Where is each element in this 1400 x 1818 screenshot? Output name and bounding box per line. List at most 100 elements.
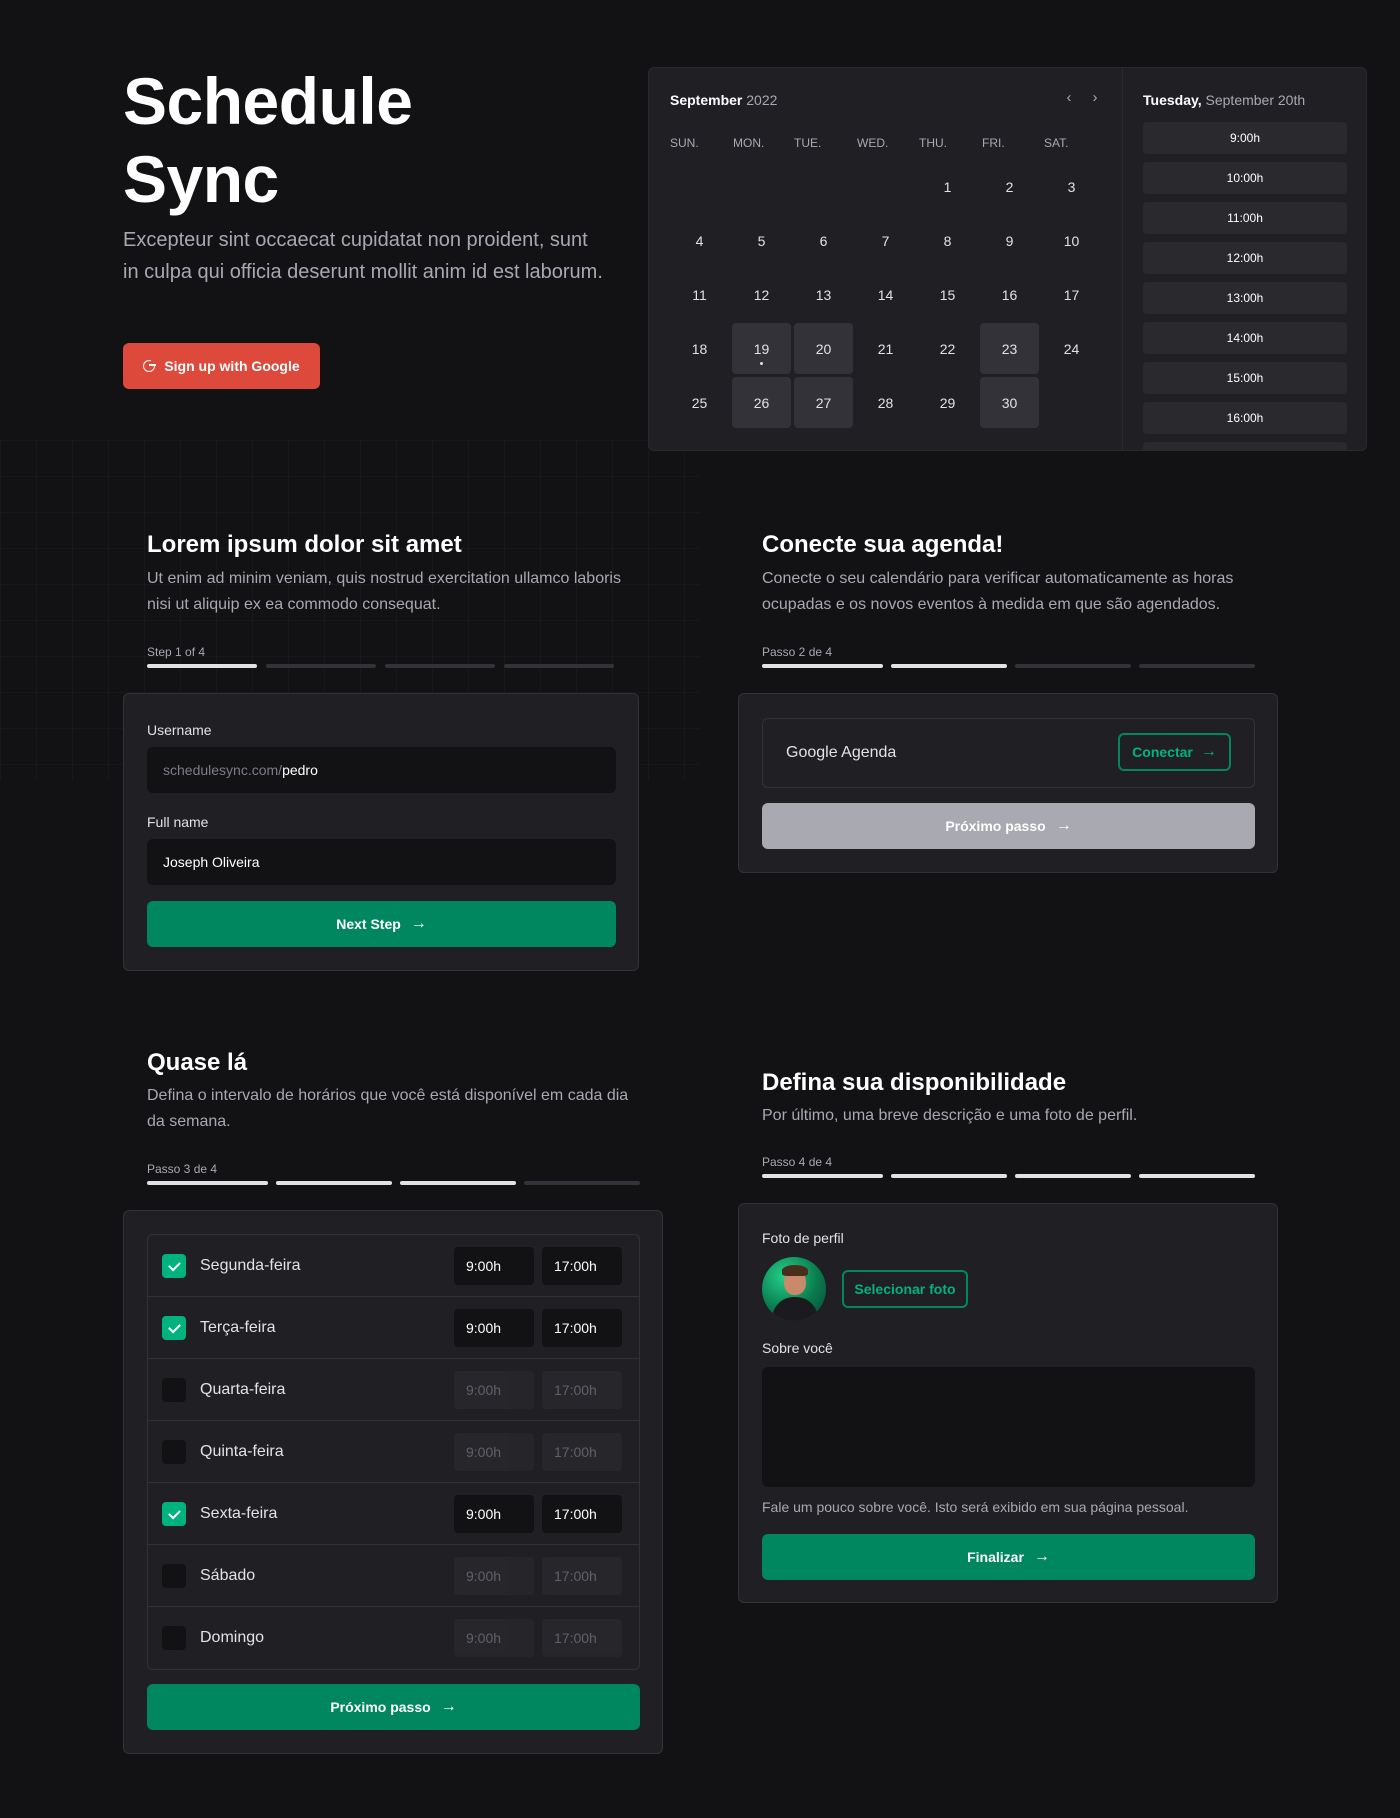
calendar-day[interactable]: 20 <box>794 323 853 374</box>
progress-segment <box>400 1181 516 1185</box>
weekday-checkbox[interactable] <box>162 1564 186 1588</box>
weekday-row: Quinta-feira 9:00h 17:00h <box>148 1421 639 1483</box>
calendar-day: 28 <box>856 377 915 428</box>
calendar-day-number: 9 <box>1005 232 1014 249</box>
start-time-input[interactable]: 9:00h <box>454 1557 534 1595</box>
weekday-checkbox[interactable] <box>162 1254 186 1278</box>
provider-name: Google Agenda <box>786 744 897 761</box>
hero-title-line2: Sync <box>123 142 279 216</box>
step3-description: Defina o intervalo de horários que você … <box>147 1087 629 1130</box>
time-slot[interactable]: 9:00h <box>1143 122 1347 154</box>
time-slot[interactable]: 15:00h <box>1143 362 1347 394</box>
calendar-day[interactable]: 27 <box>794 377 853 428</box>
time-slot[interactable]: 11:00h <box>1143 202 1347 234</box>
username-label: Username <box>147 722 212 738</box>
about-label: Sobre você <box>762 1340 833 1356</box>
end-time-input[interactable]: 17:00h <box>542 1309 622 1347</box>
calendar-day: 12 <box>732 269 791 320</box>
calendar-day-number: 14 <box>877 286 894 303</box>
chevron-right-icon[interactable]: › <box>1087 90 1103 106</box>
progress-segment <box>762 1174 883 1178</box>
calendar-day[interactable]: 30 <box>980 377 1039 428</box>
calendar-day: 1 <box>918 161 977 212</box>
next-step-button[interactable]: Próximo passo → <box>147 1684 640 1730</box>
weekday-checkbox[interactable] <box>162 1378 186 1402</box>
calendar-day: 21 <box>856 323 915 374</box>
calendar-day: 2 <box>980 161 1039 212</box>
step2-step-label: Passo 2 de 4 <box>762 645 833 659</box>
end-time-input[interactable]: 17:00h <box>542 1371 622 1409</box>
calendar-day-number: 16 <box>1001 286 1018 303</box>
weekday-header: MON. <box>733 136 765 150</box>
progress-segment <box>891 664 1007 668</box>
progress-segment <box>762 664 883 668</box>
end-time-input[interactable]: 17:00h <box>542 1619 622 1657</box>
end-time-input[interactable]: 17:00h <box>542 1495 622 1533</box>
end-time-input[interactable]: 17:00h <box>542 1433 622 1471</box>
calendar-day-number: 13 <box>815 286 832 303</box>
progress-segment <box>276 1181 392 1185</box>
step2-title: Conecte sua agenda! <box>762 531 1004 558</box>
calendar-day: 25 <box>670 377 729 428</box>
start-time-input[interactable]: 9:00h <box>454 1247 534 1285</box>
today-dot <box>760 362 763 365</box>
step4-card: Foto de perfil Selecionar foto Sobre voc… <box>738 1203 1278 1603</box>
select-photo-button[interactable]: Selecionar foto <box>842 1270 968 1308</box>
weekday-name: Quarta-feira <box>200 1380 286 1398</box>
step4-step-label: Passo 4 de 4 <box>762 1155 833 1169</box>
arrow-right-icon: → <box>1033 1548 1050 1565</box>
calendar-day[interactable]: 26 <box>732 377 791 428</box>
calendar-nav: ‹ › <box>1061 90 1103 106</box>
calendar-day[interactable]: 23 <box>980 323 1039 374</box>
time-slot[interactable]: 13:00h <box>1143 282 1347 314</box>
weekday-name: Domingo <box>200 1629 265 1646</box>
weekday-checkbox[interactable] <box>162 1626 186 1650</box>
username-input[interactable]: schedulesync.com/ pedro <box>147 747 616 793</box>
finish-button[interactable]: Finalizar → <box>762 1534 1255 1580</box>
start-time-input[interactable]: 9:00h <box>454 1495 534 1533</box>
step1-step-label: Step 1 of 4 <box>147 645 206 659</box>
start-time-input[interactable]: 9:00h <box>454 1309 534 1347</box>
weekday-header: SUN. <box>670 136 699 150</box>
calendar-day: 15 <box>918 269 977 320</box>
calendar-day-number: 11 <box>692 286 707 303</box>
calendar-day[interactable]: 19 <box>732 323 791 374</box>
start-time-input[interactable]: 9:00h <box>454 1371 534 1409</box>
start-time-input[interactable]: 9:00h <box>454 1619 534 1657</box>
weekday-header: TUE. <box>794 136 822 150</box>
weekday-name: Terça-feira <box>200 1318 276 1336</box>
calendar-day: 4 <box>670 215 729 266</box>
calendar-day: 22 <box>918 323 977 374</box>
connect-label: Conectar <box>1132 744 1193 760</box>
next-step-button-disabled[interactable]: Próximo passo → <box>762 803 1255 849</box>
time-slot[interactable]: 10:00h <box>1143 162 1347 194</box>
chevron-left-icon[interactable]: ‹ <box>1061 90 1077 106</box>
time-slot[interactable]: 12:00h <box>1143 242 1347 274</box>
weekday-name: Sábado <box>200 1566 256 1584</box>
weekday-checkbox[interactable] <box>162 1316 186 1340</box>
calendar-day: 6 <box>794 215 853 266</box>
weekday-checkbox[interactable] <box>162 1440 186 1464</box>
connect-button[interactable]: Conectar → <box>1118 733 1231 771</box>
weekday-row: Quarta-feira 9:00h 17:00h <box>148 1359 639 1421</box>
start-time-input[interactable]: 9:00h <box>454 1433 534 1471</box>
calendar-times-panel: Tuesday, September 20th 9:00h 10:00h 11:00… <box>1122 68 1366 450</box>
time-slot[interactable]: 16:00h <box>1143 402 1347 434</box>
about-textarea[interactable] <box>762 1367 1255 1487</box>
hero-title-line1: Schedule <box>123 64 413 138</box>
google-signup-button[interactable]: Sign up with Google <box>123 343 320 389</box>
time-slot[interactable]: 14:00h <box>1143 322 1347 354</box>
end-time-input[interactable]: 17:00h <box>542 1557 622 1595</box>
next-step-label: Próximo passo <box>945 818 1046 834</box>
about-hint: Fale um pouco sobre você. Isto será exib… <box>762 1499 1189 1515</box>
progress-segment <box>1139 1174 1255 1178</box>
calendar-day-number: 26 <box>753 394 770 411</box>
end-time-input[interactable]: 17:00h <box>542 1247 622 1285</box>
calendar-day-number: 22 <box>939 340 956 357</box>
weekday-checkbox[interactable] <box>162 1502 186 1526</box>
photo-label: Foto de perfil <box>762 1230 844 1246</box>
avatar <box>762 1257 826 1321</box>
fullname-input[interactable]: Joseph Oliveira <box>147 839 616 885</box>
progress-segment <box>385 664 495 668</box>
next-step-button[interactable]: Next Step → <box>147 901 616 947</box>
